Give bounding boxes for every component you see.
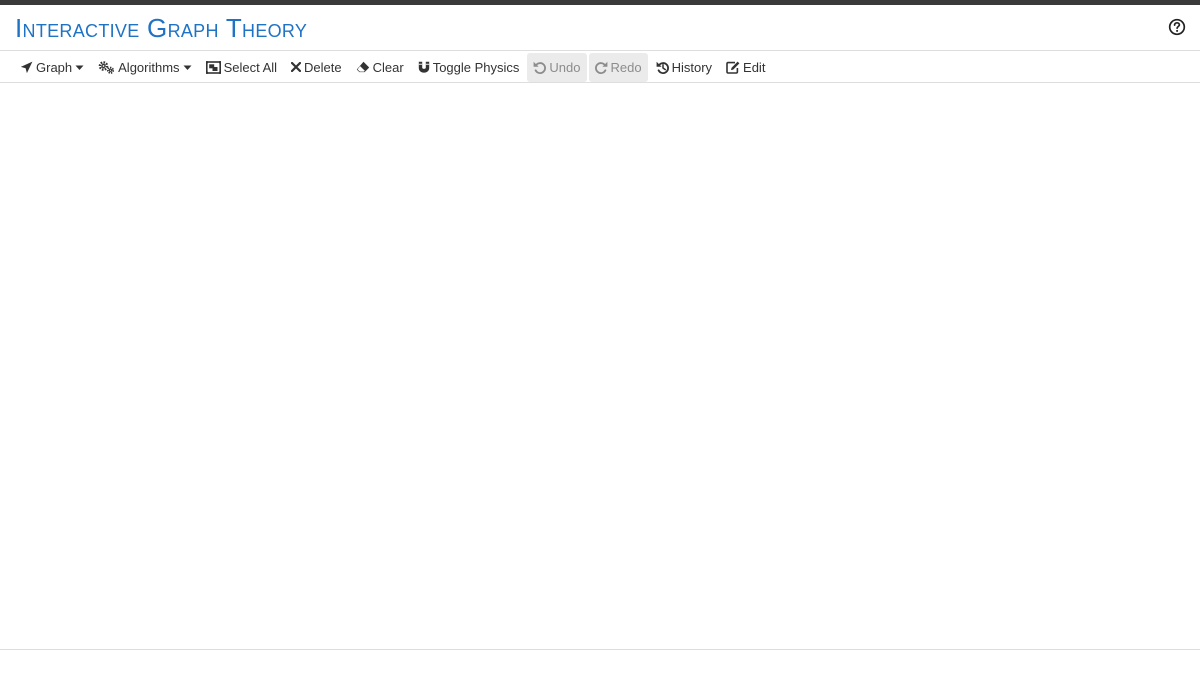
- clear-label: Clear: [372, 59, 404, 75]
- select-all-label: Select All: [223, 59, 278, 75]
- history-label: History: [671, 59, 713, 75]
- edit-icon: [726, 61, 740, 74]
- undo-icon: [534, 61, 547, 74]
- caret-down-icon: [75, 65, 84, 70]
- app-header: Interactive Graph Theory: [0, 5, 1200, 51]
- toggle-physics-label: Toggle Physics: [432, 59, 520, 75]
- redo-button[interactable]: Redo: [588, 52, 648, 82]
- redo-label: Redo: [610, 59, 642, 75]
- toggle-physics-button[interactable]: Toggle Physics: [412, 53, 526, 82]
- question-circle-icon: [1168, 18, 1186, 36]
- undo-button[interactable]: Undo: [527, 52, 587, 82]
- times-icon: [291, 62, 302, 72]
- edit-button[interactable]: Edit: [720, 53, 771, 82]
- footer: [0, 651, 1200, 675]
- delete-button[interactable]: Delete: [285, 53, 348, 82]
- app-title: Interactive Graph Theory: [15, 13, 308, 43]
- caret-down-icon: [183, 65, 192, 70]
- object-group-icon: [205, 60, 221, 74]
- clear-button[interactable]: Clear: [350, 53, 410, 82]
- algorithms-menu-label: Algorithms: [118, 59, 180, 75]
- history-button[interactable]: History: [650, 53, 718, 82]
- undo-label: Undo: [549, 59, 581, 75]
- cogs-icon: [98, 60, 115, 74]
- toolbar: Graph Algorithms Select All Delete Clear…: [0, 52, 1200, 83]
- edit-label: Edit: [743, 59, 766, 75]
- graph-menu-button[interactable]: Graph: [14, 53, 90, 82]
- redo-icon: [594, 61, 607, 74]
- select-all-button[interactable]: Select All: [200, 53, 283, 82]
- delete-label: Delete: [304, 59, 342, 75]
- share-arrow-icon: [20, 61, 33, 73]
- magnet-icon: [418, 61, 429, 73]
- graph-menu-label: Graph: [36, 59, 73, 75]
- help-button[interactable]: [1168, 18, 1186, 36]
- history-icon: [656, 61, 669, 74]
- algorithms-menu-button[interactable]: Algorithms: [92, 53, 197, 82]
- graph-canvas[interactable]: [0, 83, 1200, 650]
- eraser-icon: [356, 61, 369, 73]
